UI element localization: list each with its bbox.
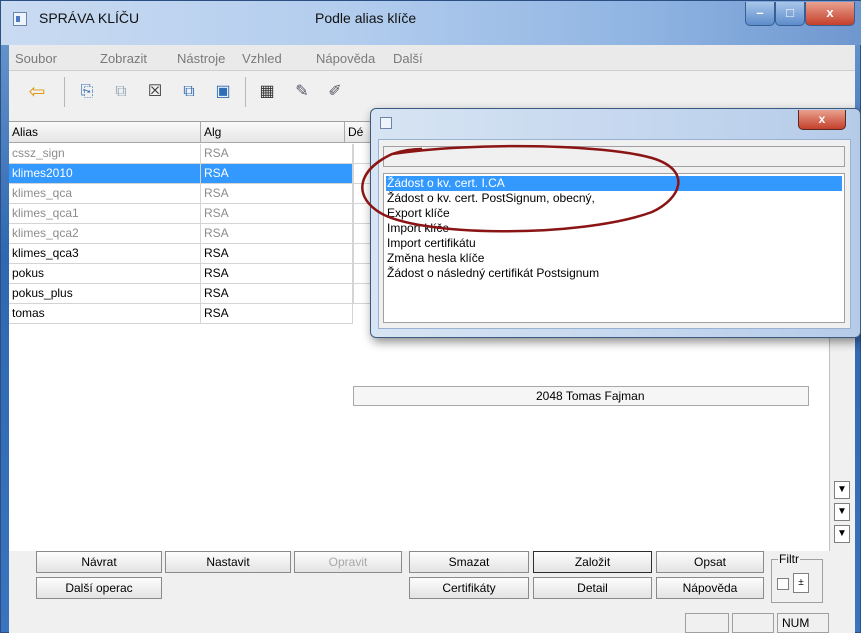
operation-list-item[interactable]: Žádost o kv. cert. PostSignum, obecný, [386,191,842,206]
operation-list-item[interactable]: Import klíče [386,221,842,236]
close-button[interactable]: x [805,2,855,26]
back-arrow-icon[interactable]: ⇦ [25,80,49,104]
cell-alias: pokus [9,264,201,284]
button-area: Návrat Nastavit Opravit Smazat Založit O… [9,551,855,609]
certificate-icon[interactable]: ✎ [290,80,314,104]
scroll-end-button[interactable]: ▼ [834,525,850,543]
minimize-button[interactable]: – [745,2,775,26]
menu-soubor[interactable]: Soubor [15,51,57,66]
status-pane [685,613,729,633]
dialog-close-button[interactable]: x [798,110,846,130]
table-row[interactable]: klimes2010 RSA [9,164,353,184]
window-title: SPRÁVA KLÍČU [39,10,140,26]
smazat-button[interactable]: Smazat [409,551,529,573]
copy-icon[interactable]: ⧉ [177,80,201,104]
menu-napoveda[interactable]: Nápověda [316,51,375,66]
calculator-icon[interactable]: ▦ [255,80,279,104]
cell-alg: RSA [201,144,353,164]
scroll-page-down-button[interactable]: ▼ [834,503,850,521]
dalsi-operace-button[interactable]: Další operac [36,577,162,599]
app-icon[interactable] [13,12,27,26]
cell-alg: RSA [201,244,353,264]
column-header-alias[interactable]: Alias [9,122,201,143]
filter-checkbox[interactable] [777,578,789,590]
menu-dalsi[interactable]: Další [393,51,423,66]
toolbar: ⇦ ⎘ ⧉ ☒ ⧉ ▣ ▦ ✎ ✐ [9,72,855,112]
cell-alias: klimes2010 [9,164,201,184]
operations-list[interactable]: Žádost o kv. cert. I.CA Žádost o kv. cert… [383,173,845,323]
menu-bar: Soubor Zobrazit Nástroje Vzhled Nápověda… [9,45,855,71]
opravit-button[interactable]: Opravit [294,551,402,573]
table-row[interactable]: klimes_qca RSA [9,184,353,204]
table-row[interactable]: klimes_qca3 RSA [9,244,353,264]
window-subtitle: Podle alias klíče [315,10,417,26]
menu-vzhled[interactable]: Vzhled [242,51,282,66]
cell-alias: klimes_qca2 [9,224,201,244]
certificate-tool-icon[interactable]: ✐ [323,80,347,104]
dialog-app-icon [380,117,392,129]
status-pane [732,613,774,633]
operation-list-item[interactable]: Změna hesla klíče [386,251,842,266]
view-icon[interactable]: ▣ [211,80,235,104]
operation-list-item[interactable]: Export klíče [386,206,842,221]
new-item-icon[interactable]: ⎘ [75,80,99,104]
title-bar[interactable]: SPRÁVA KLÍČU Podle alias klíče – □ x [1,1,861,45]
cell-alg: RSA [201,184,353,204]
table-row[interactable]: cssz_sign RSA [9,144,353,164]
status-bar: NUM [9,611,855,633]
table-row[interactable]: klimes_qca2 RSA [9,224,353,244]
cell-alg: RSA [201,304,353,324]
nastavit-button[interactable]: Nastavit [165,551,291,573]
navrat-button[interactable]: Návrat [36,551,162,573]
detail-button[interactable]: Detail [533,577,652,599]
cell-alias: klimes_qca [9,184,201,204]
certifikaty-button[interactable]: Certifikáty [409,577,529,599]
opsat-button[interactable]: Opsat [656,551,764,573]
scroll-down-button[interactable]: ▼ [834,481,850,499]
zalozit-button[interactable]: Založit [533,551,652,573]
column-header-alg[interactable]: Alg [201,122,345,143]
dialog-body: Žádost o kv. cert. I.CA Žádost o kv. cert… [378,139,851,329]
cell-alg: RSA [201,204,353,224]
cell-alg: RSA [201,224,353,244]
table-row[interactable]: klimes_qca1 RSA [9,204,353,224]
menu-zobrazit[interactable]: Zobrazit [100,51,147,66]
filter-spin-button[interactable]: ± [793,573,809,593]
cell-alg: RSA [201,264,353,284]
cell-alg: RSA [201,164,353,184]
status-num: NUM [777,613,829,633]
filter-label: Filtr [778,552,800,566]
operations-dialog: x Žádost o kv. cert. I.CA Žádost o kv. ce… [370,108,861,338]
maximize-button[interactable]: □ [775,2,805,26]
table-row[interactable]: pokus_plus RSA [9,284,353,304]
cell-alg: RSA [201,284,353,304]
cell-alias: klimes_qca3 [9,244,201,264]
toolbar-separator [245,77,246,107]
cell-alias: tomas [9,304,201,324]
menu-nastroje[interactable]: Nástroje [177,51,225,66]
table-row[interactable]: pokus RSA [9,264,353,284]
dialog-filter-input[interactable] [383,146,845,167]
operation-list-item[interactable]: Žádost o následný certifikát Postsignum [386,266,842,281]
cell-alias: klimes_qca1 [9,204,201,224]
table-row[interactable]: tomas RSA [9,304,353,324]
operation-list-item[interactable]: Žádost o kv. cert. I.CA [386,176,842,191]
napoveda-button[interactable]: Nápověda [656,577,764,599]
cell-alias: cssz_sign [9,144,201,164]
toolbar-separator [64,77,65,107]
row-detail-text: 2048 Tomas Fajman [536,389,645,403]
copy-disabled-icon[interactable]: ⧉ [109,80,133,104]
delete-icon[interactable]: ☒ [143,80,167,104]
filter-group: Filtr ± [771,552,823,603]
cell-alias: pokus_plus [9,284,201,304]
table-row-detail: 2048 Tomas Fajman [353,386,809,406]
operation-list-item[interactable]: Import certifikátu [386,236,842,251]
